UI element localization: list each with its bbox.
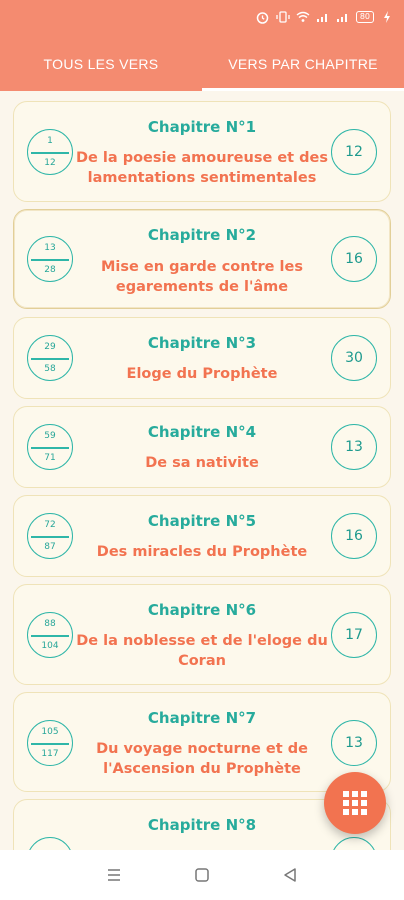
verse-count-badge: 12 bbox=[331, 129, 377, 175]
chapter-card-2[interactable]: 13 28 Chapitre N°2 Mise en garde contre … bbox=[13, 209, 391, 309]
range-to: 58 bbox=[44, 364, 56, 374]
system-nav-bar bbox=[0, 850, 404, 900]
tab-verses-by-chapter[interactable]: VERS PAR CHAPITRE bbox=[202, 36, 404, 91]
signal-icon bbox=[316, 10, 330, 24]
chapter-list[interactable]: 1 12 Chapitre N°1 De la poesie amoureuse… bbox=[0, 91, 404, 850]
verse-range-badge: 29 58 bbox=[27, 335, 73, 381]
verse-range-badge: 88 104 bbox=[27, 612, 73, 658]
range-divider bbox=[31, 536, 69, 538]
range-to: 12 bbox=[44, 158, 56, 168]
range-divider bbox=[31, 743, 69, 745]
verse-range-badge: 59 71 bbox=[27, 424, 73, 470]
range-to: 87 bbox=[44, 542, 56, 552]
chapter-subtitle: De sa nativite bbox=[145, 455, 259, 471]
charging-icon bbox=[380, 10, 394, 24]
battery-indicator: 80 bbox=[355, 11, 374, 23]
range-from: 72 bbox=[44, 520, 56, 530]
grid-menu-button[interactable] bbox=[324, 772, 386, 834]
verse-range-badge bbox=[27, 837, 73, 850]
verse-count-badge: 17 bbox=[331, 612, 377, 658]
range-from: 13 bbox=[44, 243, 56, 253]
home-button[interactable] bbox=[187, 860, 217, 890]
chapter-subtitle: Eloge du Prophète bbox=[126, 366, 278, 382]
grid-icon bbox=[343, 791, 367, 815]
verse-range-badge: 105 117 bbox=[27, 720, 73, 766]
chapter-subtitle: Du voyage nocturne et de l'Ascension du … bbox=[96, 741, 308, 777]
chapter-card-3[interactable]: 29 58 Chapitre N°3 Eloge du Prophète 30 bbox=[13, 317, 391, 399]
verse-count-badge bbox=[331, 837, 377, 850]
range-divider bbox=[31, 635, 69, 637]
alarm-icon bbox=[256, 10, 270, 24]
verse-range-badge: 1 12 bbox=[27, 129, 73, 175]
verse-range-badge: 72 87 bbox=[27, 513, 73, 559]
range-from: 59 bbox=[44, 431, 56, 441]
tab-all-verses[interactable]: TOUS LES VERS bbox=[0, 36, 202, 91]
verse-count-badge: 16 bbox=[331, 236, 377, 282]
back-button[interactable] bbox=[275, 860, 305, 890]
chapter-card-6[interactable]: 88 104 Chapitre N°6 De la noblesse et de… bbox=[13, 584, 391, 685]
chapter-title: Chapitre N°7 bbox=[147, 709, 257, 727]
chapter-card-1[interactable]: 1 12 Chapitre N°1 De la poesie amoureuse… bbox=[13, 101, 391, 202]
chapter-title: Chapitre N°3 bbox=[147, 334, 257, 352]
tab-bar: TOUS LES VERS VERS PAR CHAPITRE bbox=[0, 36, 404, 91]
range-from: 105 bbox=[41, 727, 59, 737]
vibrate-icon bbox=[276, 10, 290, 24]
chapter-title: Chapitre N°8 bbox=[147, 816, 257, 834]
chapter-card-5[interactable]: 72 87 Chapitre N°5 Des miracles du Proph… bbox=[13, 495, 391, 577]
menu-lines-icon bbox=[108, 869, 120, 881]
verse-count-badge: 30 bbox=[331, 335, 377, 381]
home-square-icon bbox=[195, 868, 209, 882]
range-from: 88 bbox=[44, 619, 56, 629]
range-from: 1 bbox=[47, 136, 53, 146]
signal-icon-2 bbox=[336, 10, 350, 24]
chapter-card-7[interactable]: 105 117 Chapitre N°7 Du voyage nocturne … bbox=[13, 692, 391, 792]
chapter-title: Chapitre N°4 bbox=[147, 423, 257, 441]
verse-count-badge: 13 bbox=[331, 720, 377, 766]
status-bar: 80 bbox=[0, 0, 404, 36]
range-to: 117 bbox=[41, 749, 59, 759]
range-divider bbox=[31, 152, 69, 154]
range-divider bbox=[31, 358, 69, 360]
wifi-icon bbox=[296, 10, 310, 24]
verse-count-badge: 16 bbox=[331, 513, 377, 559]
chapter-subtitle: Mise en garde contre les egarements de l… bbox=[101, 259, 303, 295]
chapter-title: Chapitre N°1 bbox=[147, 118, 257, 136]
back-triangle-icon bbox=[284, 868, 296, 882]
chapter-title: Chapitre N°2 bbox=[147, 226, 257, 244]
verse-count-badge: 13 bbox=[331, 424, 377, 470]
chapter-title: Chapitre N°5 bbox=[147, 512, 257, 530]
recent-apps-button[interactable] bbox=[99, 860, 129, 890]
status-icons: 80 bbox=[256, 10, 394, 24]
range-to: 28 bbox=[44, 265, 56, 275]
chapter-subtitle: De la noblesse et de l'eloge du Coran bbox=[76, 633, 328, 669]
chapter-card-4[interactable]: 59 71 Chapitre N°4 De sa nativite 13 bbox=[13, 406, 391, 488]
chapter-title: Chapitre N°6 bbox=[147, 601, 257, 619]
chapter-subtitle: De la poesie amoureuse et des lamentatio… bbox=[75, 150, 329, 186]
range-to: 104 bbox=[41, 641, 59, 651]
range-divider bbox=[31, 447, 69, 449]
range-divider bbox=[31, 259, 69, 261]
verse-range-badge: 13 28 bbox=[27, 236, 73, 282]
chapter-subtitle: Des miracles du Prophète bbox=[96, 544, 308, 560]
range-to: 71 bbox=[44, 453, 56, 463]
range-from: 29 bbox=[44, 342, 56, 352]
